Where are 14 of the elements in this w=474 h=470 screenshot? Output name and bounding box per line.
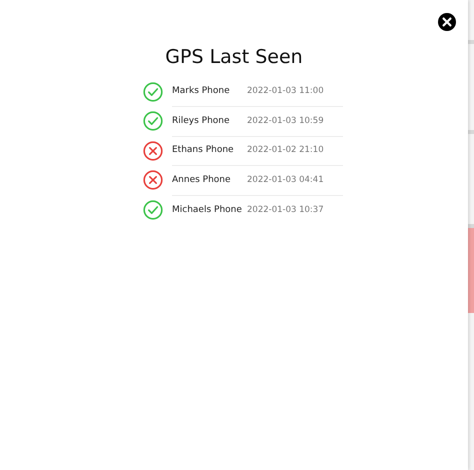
background-bar [468,224,474,228]
device-name: Annes Phone [172,174,232,185]
last-seen-time: 2022-01-02 21:10 [247,145,324,156]
close-icon [438,13,456,31]
last-seen-time: 2022-01-03 10:59 [247,116,324,126]
device-name: Rileys Phone [172,116,231,126]
device-name: Michaels Phone [172,204,243,215]
last-seen-time: 2022-01-03 10:37 [247,204,324,215]
device-name: Marks Phone [172,86,231,96]
dialog-title: GPS Last Seen [164,45,304,69]
close-button[interactable] [438,13,456,31]
device-name: Ethans Phone [172,145,235,156]
last-seen-time: 2022-01-03 04:41 [247,174,324,185]
last-seen-time: 2022-01-03 11:00 [247,86,324,96]
